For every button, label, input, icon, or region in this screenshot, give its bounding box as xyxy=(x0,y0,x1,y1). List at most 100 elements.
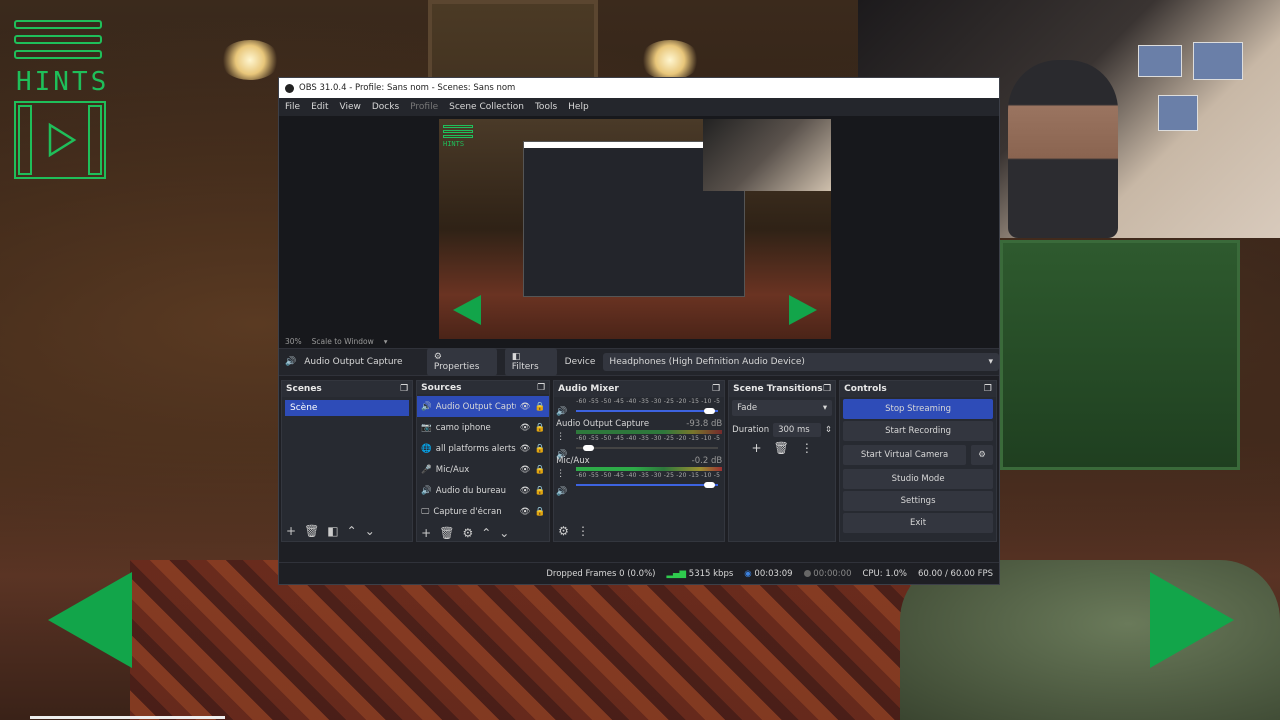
mic-icon: 🎤 xyxy=(421,464,432,475)
previous-arrow-icon[interactable] xyxy=(48,572,132,668)
move-up-icon[interactable]: ⌃ xyxy=(481,526,491,540)
settings-button[interactable]: Settings xyxy=(843,491,993,511)
mixer-settings-icon[interactable]: ⚙ xyxy=(558,524,569,538)
menu-help[interactable]: Help xyxy=(568,102,589,112)
volume-slider[interactable] xyxy=(576,408,722,414)
hints-menu-line xyxy=(14,50,102,59)
eye-icon[interactable]: 👁 xyxy=(520,507,531,517)
exit-button[interactable]: Exit xyxy=(843,513,993,533)
menu-bar: File Edit View Docks Profile Scene Colle… xyxy=(279,98,999,116)
trash-icon[interactable]: 🗑 xyxy=(439,526,454,540)
device-select[interactable]: Headphones (High Definition Audio Device… xyxy=(603,353,999,371)
scenes-dock: Scenes ❐ Scène + 🗑 ◧ ⌃ ⌄ xyxy=(281,380,414,542)
move-down-icon[interactable]: ⌄ xyxy=(499,526,509,540)
chevron-down-icon[interactable]: ▾ xyxy=(384,337,388,346)
menu-tools[interactable]: Tools xyxy=(535,102,557,112)
eye-icon[interactable]: 👁 xyxy=(520,423,531,433)
volume-slider[interactable] xyxy=(576,445,722,451)
channel-name: Mic/Aux xyxy=(556,456,590,466)
kebab-menu-icon[interactable]: ⋮ xyxy=(556,432,565,442)
gear-icon[interactable]: ⚙ xyxy=(462,526,473,540)
eye-icon[interactable]: 👁 xyxy=(520,402,531,412)
speaker-icon[interactable]: 🔊 xyxy=(556,487,567,497)
menu-file[interactable]: File xyxy=(285,102,300,112)
transition-select[interactable]: Fade ▾ xyxy=(732,400,833,416)
status-bar: Dropped Frames 0 (0.0%) ▂▄▆ 5315 kbps ◉ … xyxy=(279,562,999,584)
kebab-menu-icon[interactable]: ⋮ xyxy=(801,441,813,455)
meter-ticks: -60 -55 -50 -45 -40 -35 -30 -25 -20 -15 … xyxy=(576,435,723,442)
source-item[interactable]: 🎤 Mic/Aux 👁 🔒 xyxy=(417,459,549,480)
hints-overlay[interactable]: HINTS xyxy=(14,20,109,179)
lock-icon[interactable]: 🔒 xyxy=(535,402,546,412)
channel-db: -93.8 dB xyxy=(686,419,723,429)
eye-icon[interactable]: 👁 xyxy=(520,444,531,454)
undock-icon[interactable]: ❐ xyxy=(823,384,831,394)
eye-icon[interactable]: 👁 xyxy=(520,465,531,475)
source-item[interactable]: 🔊Audio Output Capture👁🔒 xyxy=(417,396,550,418)
lock-icon[interactable]: 🔒 xyxy=(535,465,546,475)
speaker-icon[interactable]: 🔊 xyxy=(556,407,567,417)
start-recording-button[interactable]: Start Recording xyxy=(843,421,993,441)
eye-icon[interactable]: 👁 xyxy=(520,486,531,496)
preview-hints-overlay: HINTS xyxy=(443,125,473,148)
spinner-icon[interactable]: ⇕ xyxy=(825,425,832,435)
preview-right-arrow-icon xyxy=(789,295,817,325)
wall-poster xyxy=(1193,42,1243,80)
filter-icon[interactable]: ◧ xyxy=(327,524,338,538)
hints-menu-line xyxy=(14,20,102,29)
add-icon[interactable]: + xyxy=(752,441,762,455)
menu-scene-collection[interactable]: Scene Collection xyxy=(449,102,524,112)
studio-mode-button[interactable]: Studio Mode xyxy=(843,469,993,489)
source-item[interactable]: 📷 camo iphone 👁 🔒 xyxy=(417,417,549,438)
add-icon[interactable]: + xyxy=(286,524,296,538)
start-virtual-camera-button[interactable]: Start Virtual Camera xyxy=(843,445,966,465)
chevron-down-icon: ▾ xyxy=(988,357,993,367)
duration-input[interactable]: 300 ms xyxy=(773,423,822,437)
undock-icon[interactable]: ❐ xyxy=(712,384,720,394)
source-item[interactable]: 🔊 Audio du bureau 👁 🔒 xyxy=(417,480,549,501)
channel-db: -0.2 dB xyxy=(691,456,723,466)
move-up-icon[interactable]: ⌃ xyxy=(347,524,357,538)
next-arrow-icon[interactable] xyxy=(1150,572,1234,668)
wall-lamp-right xyxy=(640,40,700,80)
scene-item[interactable]: Scène xyxy=(285,400,410,416)
trash-icon[interactable]: 🗑 xyxy=(304,524,319,538)
volume-slider[interactable] xyxy=(576,482,722,488)
zoom-level: 30% xyxy=(285,336,302,346)
hint-video-icon[interactable] xyxy=(14,101,106,179)
source-item[interactable]: 🌐 all platforms alerts 👁 🔒 xyxy=(417,438,549,459)
lock-icon[interactable]: 🔒 xyxy=(535,423,546,433)
hints-menu-line xyxy=(14,35,102,44)
undock-icon[interactable]: ❐ xyxy=(984,384,992,394)
scale-mode-select[interactable]: Scale to Window xyxy=(312,337,374,346)
monitor-icon: 🖵 xyxy=(421,506,430,517)
sources-dock: Sources❐ 🔊Audio Output Capture👁🔒 📷camo i… xyxy=(416,380,551,542)
menu-docks[interactable]: Docks xyxy=(372,102,399,112)
source-item[interactable]: 🖵 Capture d'écran 👁 🔒 xyxy=(417,501,549,522)
stream-time: ◉ 00:03:09 xyxy=(744,568,793,579)
move-down-icon[interactable]: ⌄ xyxy=(365,524,375,538)
undock-icon[interactable]: ❐ xyxy=(537,383,545,393)
dropped-frames: Dropped Frames 0 (0.0%) xyxy=(546,568,656,579)
preview-area[interactable]: HINTS 30% Scale to Window ▾ xyxy=(279,116,999,348)
filter-icon: ◧ xyxy=(511,352,521,362)
gear-icon[interactable]: ⚙ xyxy=(971,445,993,465)
lock-icon[interactable]: 🔒 xyxy=(535,486,546,496)
kebab-menu-icon[interactable]: ⋮ xyxy=(556,469,565,479)
preview-webcam xyxy=(703,119,831,191)
program-preview[interactable]: HINTS xyxy=(439,119,831,339)
add-icon[interactable]: + xyxy=(421,526,431,540)
menu-view[interactable]: View xyxy=(340,102,361,112)
menu-profile[interactable]: Profile xyxy=(410,102,438,112)
lock-icon[interactable]: 🔒 xyxy=(535,507,546,517)
menu-edit[interactable]: Edit xyxy=(311,102,328,112)
undock-icon[interactable]: ❐ xyxy=(400,384,408,394)
stop-streaming-button[interactable]: Stop Streaming xyxy=(843,399,993,419)
kebab-menu-icon[interactable]: ⋮ xyxy=(577,524,589,538)
lock-icon[interactable]: 🔒 xyxy=(535,444,546,454)
properties-button[interactable]: ⚙ Properties xyxy=(426,348,497,376)
trash-icon[interactable]: 🗑 xyxy=(774,441,789,455)
duration-row: Duration 300 ms ⇕ xyxy=(729,419,835,441)
controls-dock: Controls ❐ Stop Streaming Start Recording… xyxy=(839,380,997,542)
filters-button[interactable]: ◧ Filters xyxy=(504,348,557,376)
